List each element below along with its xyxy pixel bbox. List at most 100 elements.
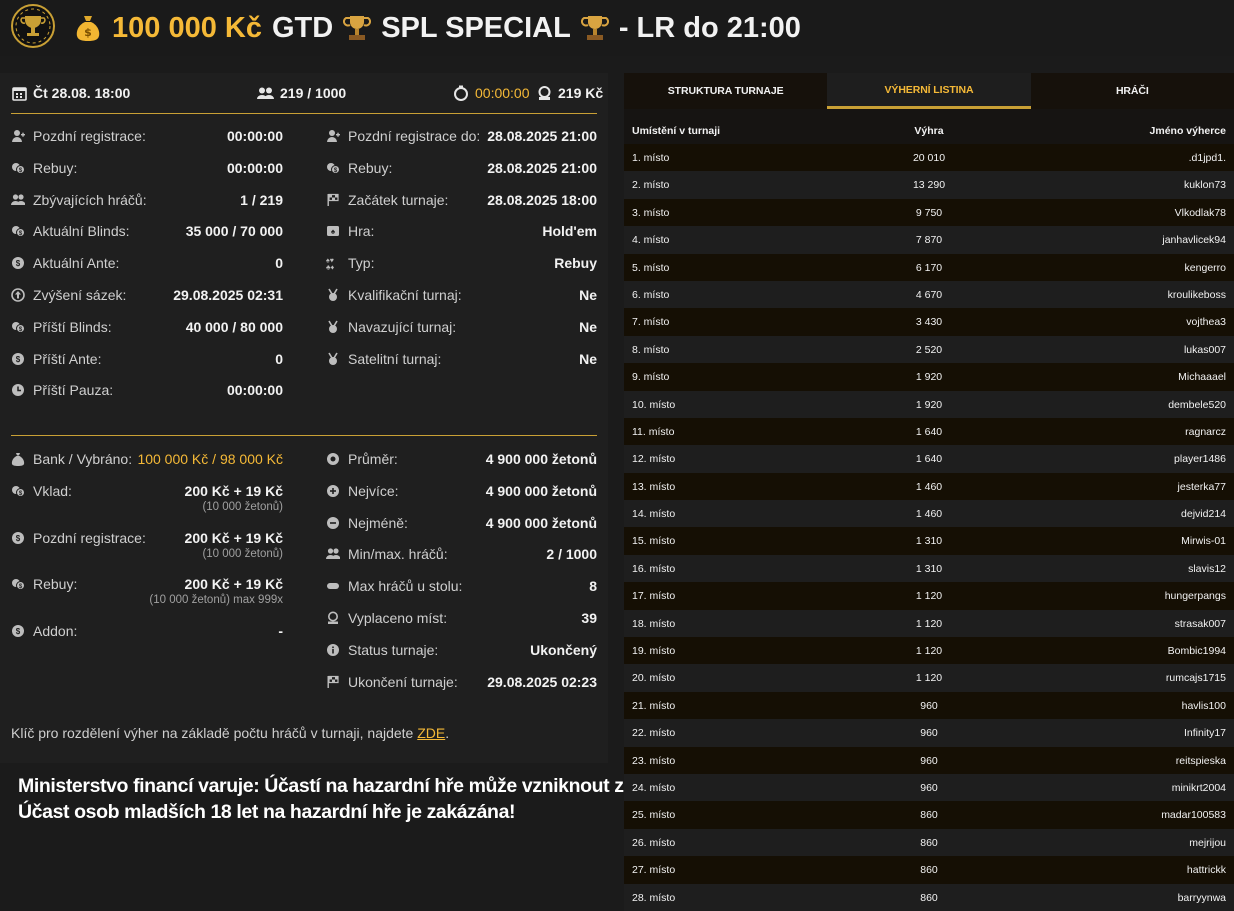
info-row: Pozdní registrace: 00:00:00 <box>11 128 283 148</box>
winner-cell[interactable]: strasak007 <box>1175 618 1226 630</box>
info-row: Začátek turnaje: 28.08.2025 18:00 <box>326 192 597 212</box>
summary-bar: Čt 28.08. 18:00 219 / 1000 00:00:00 219 … <box>11 73 603 114</box>
tab-struktura-turnaje[interactable]: STRUKTURA TURNAJE <box>624 73 828 109</box>
info-value: 0 <box>275 255 283 271</box>
info-value: 00:00:00 <box>227 382 283 398</box>
winner-cell[interactable]: Michaaael <box>1178 371 1226 383</box>
winner-cell[interactable]: .d1jpd1. <box>1189 152 1226 164</box>
info-value: 0 <box>275 351 283 367</box>
prize-cell: 1 120 <box>915 590 943 603</box>
winner-cell[interactable]: minikrt2004 <box>1172 782 1226 794</box>
info-value: 35 000 / 70 000 <box>186 223 283 239</box>
header-prize: Výhra <box>914 125 944 137</box>
warning-line-2: Účast osob mladších 18 let na hazardní h… <box>18 801 516 823</box>
winner-cell[interactable]: dejvid214 <box>1181 508 1226 520</box>
money-icon: $ <box>12 226 25 238</box>
winner-cell[interactable]: hattrickk <box>1187 864 1226 876</box>
info-value-text: 35 000 / 70 000 <box>185 223 283 240</box>
buyin: 219 Kč <box>537 85 603 101</box>
results-tabs: STRUKTURA TURNAJE VÝHERNÍ LISTINA HRÁČI <box>624 73 1234 109</box>
placement-cell: 10. místo <box>632 398 676 411</box>
winner-cell[interactable]: kengerro <box>1185 262 1226 274</box>
info-row: Navazující turnaj: Ne <box>326 319 597 339</box>
money-icon: $ <box>12 321 25 333</box>
winner-cell[interactable]: Infinity17 <box>1184 727 1226 739</box>
placement-cell: 25. místo <box>632 809 676 822</box>
winner-cell[interactable]: mejrijou <box>1189 837 1226 849</box>
info-value-text: Rebuy <box>554 255 597 272</box>
placement-cell: 28. místo <box>632 891 676 904</box>
winner-cell[interactable]: hungerpangs <box>1165 590 1226 602</box>
winner-cell[interactable]: barryynwa <box>1178 892 1226 904</box>
info-value: 39 <box>581 610 597 626</box>
winner-cell[interactable]: kroulikeboss <box>1168 289 1226 301</box>
winner-cell[interactable]: reitspieska <box>1176 755 1226 767</box>
prize-cell: 960 <box>920 699 938 712</box>
placement-cell: 26. místo <box>632 836 676 849</box>
money-icon: $ <box>12 579 25 590</box>
info-label: Satelitní turnaj: <box>348 350 442 367</box>
info-value-text: 4 900 000 žetonů <box>485 482 597 499</box>
info-value: Rebuy <box>554 255 597 271</box>
flag-icon <box>327 193 339 206</box>
info-label: Příští Blinds: <box>33 318 112 335</box>
coin-icon: $ <box>12 532 24 544</box>
prize-cell: 13 290 <box>912 179 946 192</box>
winner-cell[interactable]: rumcajs1715 <box>1166 672 1226 684</box>
winner-cell[interactable]: lukas007 <box>1184 344 1226 356</box>
table-row: 10. místo 1 920 dembele520 <box>624 390 1234 418</box>
start-date-text: Čt 28.08. 18:00 <box>33 85 131 101</box>
payout-key-link[interactable]: ZDE <box>417 725 445 741</box>
winner-cell[interactable]: player1486 <box>1174 453 1226 465</box>
info-value-text: Hold'em <box>542 223 597 240</box>
info-row: $ Pozdní registrace: 200 Kč + 19 Kč (10 000… <box>11 530 283 560</box>
winner-cell[interactable]: madar100583 <box>1161 809 1226 821</box>
results-table-body: 1. místo 20 010 .d1jpd1. 2. místo 13 290 kukl… <box>624 144 1234 911</box>
winner-cell[interactable]: slavis12 <box>1188 563 1226 575</box>
chip-plus-icon <box>327 484 339 497</box>
coin-icon: $ <box>12 352 24 365</box>
gambling-warning: Ministerstvo financí varuje: Účastí na h… <box>18 773 700 825</box>
info-label: Vklad: <box>33 483 72 499</box>
prize-cell: 960 <box>920 781 938 794</box>
info-row: Min/max. hráčů: 2 / 1000 <box>326 546 597 566</box>
money-icon: $ <box>327 162 340 174</box>
winner-cell[interactable]: Vlkodlak78 <box>1175 207 1226 219</box>
info-value-text: 29.08.2025 02:23 <box>487 673 597 690</box>
payout-key-end: . <box>445 725 450 741</box>
tab-hraci[interactable]: HRÁČI <box>1030 73 1234 109</box>
prize-cell: 1 640 <box>915 425 943 438</box>
winner-cell[interactable]: janhavlicek94 <box>1162 234 1226 246</box>
prize-cell: 6 170 <box>915 261 943 274</box>
clock-icon <box>12 384 24 397</box>
winner-cell[interactable]: ragnarcz <box>1185 426 1226 438</box>
info-row: Vyplaceno míst: 39 <box>326 610 597 630</box>
winner-cell[interactable]: kuklon73 <box>1184 179 1226 191</box>
info-value: 4 900 000 žetonů <box>486 515 597 531</box>
info-value-text: Ne <box>579 350 597 367</box>
trophy-icon <box>580 16 609 40</box>
info-row: Status turnaje: Ukončený <box>326 642 597 662</box>
winner-cell[interactable]: havlis100 <box>1182 700 1226 712</box>
prize-cell: 4 670 <box>915 288 943 301</box>
info-value: 1 / 219 <box>240 192 283 208</box>
tab-vyherni-listina[interactable]: VÝHERNÍ LISTINA <box>827 73 1031 109</box>
table-row: 6. místo 4 670 kroulikeboss <box>624 280 1234 309</box>
winner-cell[interactable]: Bombic1994 <box>1168 645 1226 657</box>
winner-cell[interactable]: vojthea3 <box>1186 316 1226 328</box>
info-label: Typ: <box>348 255 375 272</box>
winner-cell[interactable]: Mirwis-01 <box>1181 535 1226 547</box>
info-row: Pozdní registrace do: 28.08.2025 21:00 <box>326 128 597 148</box>
winner-cell[interactable]: dembele520 <box>1168 399 1226 411</box>
info-value-text: 4 900 000 žetonů <box>485 451 597 467</box>
table-row: 21. místo 960 havlis100 <box>624 691 1234 720</box>
prize-cell: 960 <box>920 727 938 740</box>
table-row: 4. místo 7 870 janhavlicek94 <box>624 226 1234 254</box>
info-value: 29.08.2025 02:31 <box>173 287 283 303</box>
winner-cell[interactable]: jesterka77 <box>1178 481 1226 493</box>
tournament-suffix: - LR do 21:00 <box>618 11 801 44</box>
placement-cell: 16. místo <box>632 562 676 575</box>
info-label: Zvýšení sázek: <box>33 287 127 303</box>
info-row: $ Rebuy: 00:00:00 <box>11 160 283 180</box>
svg-text:$: $ <box>84 26 92 39</box>
